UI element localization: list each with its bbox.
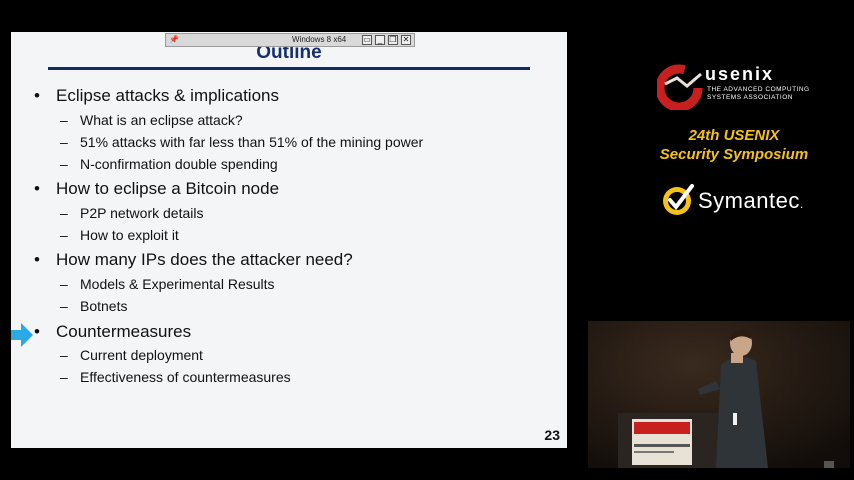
vm-title: Windows 8 x64: [292, 35, 347, 44]
outline-item: – How to exploit it: [60, 227, 179, 243]
outline-item: – What is an eclipse attack?: [60, 112, 243, 128]
sponsor-name: Symantec.: [698, 188, 804, 213]
outline-item: – Current deployment: [60, 347, 203, 363]
speaker-video: [588, 321, 850, 468]
outline-section-4: • Countermeasures: [34, 322, 192, 341]
outline-section-3: • How many IPs does the attacker need?: [34, 250, 353, 269]
outline-item: –51% attacks with far less than 51% of t…: [60, 134, 424, 150]
conference-title: 24th USENIX Security Symposium: [600, 126, 854, 164]
monitor-icon[interactable]: ▭: [362, 35, 372, 45]
presentation-slide: Outline • Eclipse attacks & implications …: [11, 32, 567, 448]
usenix-tagline: THE ADVANCED COMPUTING SYSTEMS ASSOCIATI…: [707, 86, 810, 101]
restore-icon[interactable]: ❐: [388, 35, 398, 45]
slide-number: 23: [544, 427, 560, 443]
section-label: Eclipse attacks & implications: [56, 86, 279, 105]
close-icon[interactable]: ✕: [401, 35, 411, 45]
outline-section-2: • How to eclipse a Bitcoin node: [34, 179, 280, 198]
pin-icon[interactable]: 📌: [169, 35, 179, 45]
outline-item: – Botnets: [60, 298, 128, 314]
outline-item: – P2P network details: [60, 205, 204, 221]
conference-line-1: 24th USENIX: [688, 127, 780, 144]
speaker-video-frame: [588, 321, 850, 468]
current-section-arrow-icon: [11, 323, 33, 347]
outline-item: – N-confirmation double spending: [60, 156, 278, 172]
outline-section-1: • Eclipse attacks & implications: [34, 86, 279, 105]
usenix-name: usenix: [705, 64, 775, 84]
outline-item: – Effectiveness of countermeasures: [60, 369, 291, 385]
outline-item: – Models & Experimental Results: [60, 276, 275, 292]
vm-toolbar: 📌 Windows 8 x64 ▭ _ ❐ ✕: [165, 33, 415, 47]
usenix-logo-icon: [657, 64, 703, 110]
section-label: Countermeasures: [56, 322, 192, 341]
section-label: How many IPs does the attacker need?: [56, 250, 353, 269]
minimize-icon[interactable]: _: [375, 35, 385, 45]
title-divider: [48, 67, 530, 70]
symantec-check-icon: [663, 184, 694, 215]
conference-branding: usenix THE ADVANCED COMPUTING SYSTEMS AS…: [600, 60, 854, 230]
conference-line-2: Security Symposium: [659, 146, 809, 163]
section-label: How to eclipse a Bitcoin node: [56, 179, 280, 198]
